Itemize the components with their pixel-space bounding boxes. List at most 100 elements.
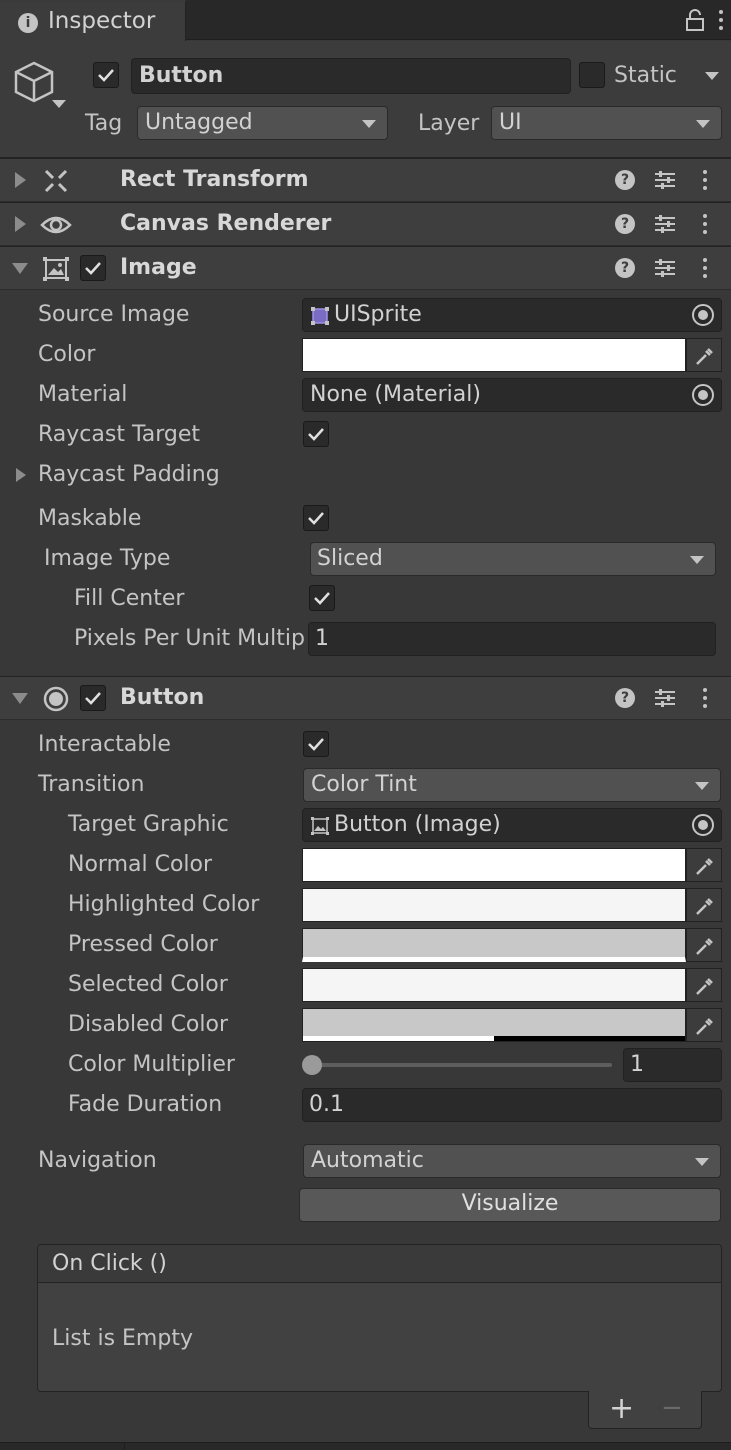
image-type-label: Image Type — [44, 546, 171, 571]
raycast-target-checkbox[interactable] — [303, 421, 329, 447]
eyedropper-button[interactable] — [686, 968, 722, 1002]
highlighted-color-label: Highlighted Color — [68, 892, 260, 917]
chevron-down-icon — [696, 120, 710, 128]
image-type-dropdown[interactable]: Sliced — [310, 542, 716, 576]
image-component-icon — [311, 817, 329, 835]
pixels-per-unit-field[interactable]: 1 — [308, 622, 716, 656]
pressed-color-label: Pressed Color — [68, 932, 218, 957]
image-type-value: Sliced — [317, 546, 383, 571]
material-label: Material — [38, 382, 128, 407]
tag-dropdown[interactable]: Untagged — [137, 106, 388, 140]
info-icon: i — [18, 13, 38, 33]
raycast-padding-label[interactable]: Raycast Padding — [38, 462, 220, 487]
transition-dropdown[interactable]: Color Tint — [303, 768, 721, 802]
object-picker-icon[interactable] — [692, 304, 714, 326]
slider-thumb[interactable] — [302, 1055, 322, 1075]
fill-center-label: Fill Center — [74, 586, 185, 611]
tab-bar: i Inspector — [0, 0, 731, 41]
help-icon[interactable]: ? — [615, 258, 635, 278]
eyedropper-button[interactable] — [686, 338, 722, 372]
normal-color-swatch[interactable] — [302, 848, 686, 882]
visualize-button[interactable]: Visualize — [299, 1188, 721, 1222]
icon-dropdown-caret-icon[interactable] — [52, 100, 66, 108]
eyedropper-icon — [696, 858, 713, 875]
disabled-color-label: Disabled Color — [68, 1012, 229, 1037]
presets-icon[interactable] — [654, 687, 676, 709]
fade-duration-field[interactable]: 0.1 — [302, 1088, 722, 1122]
static-checkbox[interactable] — [579, 62, 605, 88]
color-multiplier-track[interactable] — [302, 1055, 612, 1075]
image-enabled-checkbox[interactable] — [80, 255, 106, 281]
component-header-rect-transform[interactable]: Rect Transform ? — [0, 158, 731, 202]
eyedropper-button[interactable] — [686, 928, 722, 962]
remove-item-button[interactable]: − — [661, 1393, 683, 1423]
color-label: Color — [38, 342, 96, 367]
foldout-expanded-icon[interactable] — [12, 263, 28, 274]
object-picker-icon[interactable] — [692, 814, 714, 836]
transition-label: Transition — [38, 772, 145, 797]
component-title: Rect Transform — [120, 167, 309, 192]
fill-center-checkbox[interactable] — [309, 585, 335, 611]
material-field[interactable]: None (Material) — [302, 378, 722, 412]
presets-icon[interactable] — [654, 257, 676, 279]
help-icon[interactable]: ? — [615, 214, 635, 234]
navigation-dropdown[interactable]: Automatic — [303, 1144, 721, 1178]
object-name-field[interactable]: Button — [131, 58, 571, 94]
highlighted-color-swatch[interactable] — [302, 888, 686, 922]
layer-dropdown[interactable]: UI — [491, 106, 722, 140]
source-image-label: Source Image — [38, 302, 190, 327]
maskable-checkbox[interactable] — [303, 505, 329, 531]
color-swatch[interactable] — [302, 338, 686, 372]
selected-color-swatch[interactable] — [302, 968, 686, 1002]
foldout-collapsed-icon[interactable] — [15, 172, 26, 188]
eyedropper-button[interactable] — [686, 848, 722, 882]
help-icon[interactable]: ? — [615, 170, 635, 190]
maskable-label: Maskable — [38, 506, 142, 531]
raycast-padding-foldout-icon[interactable] — [16, 468, 26, 482]
source-image-field[interactable]: UISprite — [302, 298, 722, 332]
pixels-per-unit-value: 1 — [315, 626, 329, 651]
active-checkbox[interactable] — [93, 62, 119, 88]
layer-value: UI — [499, 110, 522, 135]
component-header-button[interactable]: Button ? — [0, 676, 731, 720]
tab-menu-icon[interactable] — [718, 8, 724, 34]
help-icon[interactable]: ? — [615, 688, 635, 708]
eyedropper-icon — [696, 938, 713, 955]
eyedropper-icon — [696, 1018, 713, 1035]
foldout-expanded-icon[interactable] — [12, 693, 28, 704]
fade-duration-label: Fade Duration — [68, 1092, 223, 1117]
lock-icon[interactable] — [684, 8, 706, 32]
interactable-checkbox[interactable] — [303, 731, 329, 757]
button-enabled-checkbox[interactable] — [80, 685, 106, 711]
eyedropper-button[interactable] — [686, 888, 722, 922]
eyedropper-icon — [696, 348, 713, 365]
sprite-icon — [311, 307, 329, 325]
eyedropper-icon — [696, 978, 713, 995]
object-picker-icon[interactable] — [692, 384, 714, 406]
foldout-collapsed-icon[interactable] — [15, 216, 26, 232]
inspector-header: Button Static Tag Untagged Layer UI — [0, 41, 731, 158]
normal-color-label: Normal Color — [68, 852, 213, 877]
tab-title: Inspector — [48, 8, 156, 34]
presets-icon[interactable] — [654, 213, 676, 235]
static-dropdown-caret-icon[interactable] — [705, 72, 719, 80]
tab-inspector[interactable]: i Inspector — [0, 0, 186, 41]
add-item-button[interactable]: + — [609, 1391, 634, 1426]
component-header-canvas-renderer[interactable]: Canvas Renderer ? — [0, 202, 731, 246]
component-header-image[interactable]: Image ? — [0, 246, 731, 290]
chevron-down-icon — [690, 556, 704, 564]
component-menu-icon[interactable] — [702, 256, 708, 282]
color-multiplier-value: 1 — [630, 1052, 644, 1077]
component-menu-icon[interactable] — [702, 686, 708, 712]
eyedropper-button[interactable] — [686, 1008, 722, 1042]
component-menu-icon[interactable] — [702, 212, 708, 238]
component-menu-icon[interactable] — [702, 168, 708, 194]
chevron-down-icon — [695, 1158, 709, 1166]
disabled-color-swatch[interactable] — [302, 1008, 686, 1042]
target-graphic-field[interactable]: Button (Image) — [302, 808, 722, 842]
pressed-color-swatch[interactable] — [302, 928, 686, 962]
color-multiplier-field[interactable]: 1 — [623, 1048, 722, 1082]
eye-icon — [40, 216, 72, 234]
presets-icon[interactable] — [654, 169, 676, 191]
static-label: Static — [614, 63, 677, 88]
